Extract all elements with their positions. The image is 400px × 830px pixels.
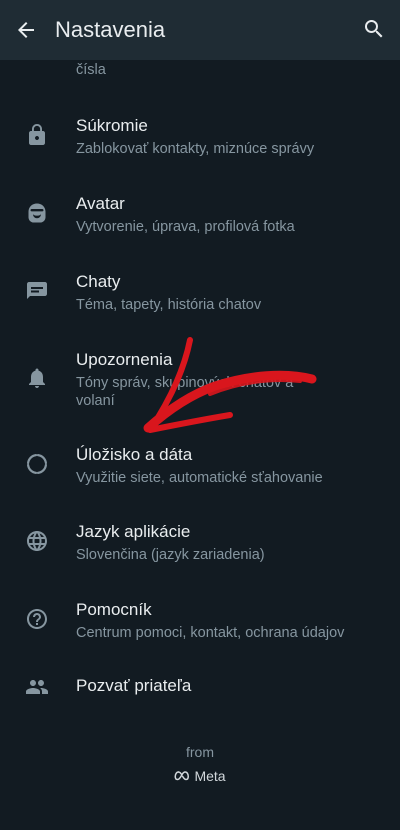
- settings-item-subtitle: Využitie siete, automatické sťahovanie: [76, 470, 323, 486]
- search-icon[interactable]: [362, 17, 386, 41]
- settings-item-label: Pozvať priateľa: [76, 676, 192, 695]
- back-arrow-icon[interactable]: [14, 18, 38, 42]
- app-bar: Nastavenia: [0, 0, 400, 60]
- settings-item-subtitle: Centrum pomoci, kontakt, ochrana údajov: [76, 625, 345, 641]
- settings-item-subtitle: Vytvorenie, úprava, profilová fotka: [76, 219, 295, 235]
- settings-item-subtitle: Zablokovať kontakty, miznúce správy: [76, 141, 315, 157]
- settings-item-subtitle: Slovenčina (jazyk zariadenia): [76, 547, 265, 563]
- settings-item-avatar[interactable]: Avatar Vytvorenie, úprava, profilová fot…: [0, 182, 400, 246]
- chat-icon: [25, 279, 49, 303]
- page-title: Nastavenia: [55, 17, 166, 42]
- footer: from Meta: [0, 744, 400, 784]
- bell-icon: [25, 366, 49, 390]
- people-icon: [25, 675, 49, 699]
- meta-logo: Meta: [0, 768, 400, 784]
- settings-item-label: Avatar: [76, 194, 125, 213]
- settings-item-label: Súkromie: [76, 116, 148, 135]
- settings-screen: Nastavenia čísla Súkromie Zablokovať kon…: [0, 0, 400, 830]
- settings-item-label: Úložisko a dáta: [76, 445, 193, 464]
- meta-infinity-icon: [174, 771, 190, 781]
- storage-icon: [25, 452, 49, 476]
- settings-item-help[interactable]: Pomocník Centrum pomoci, kontakt, ochran…: [0, 588, 400, 652]
- settings-item-language[interactable]: Jazyk aplikácie Slovenčina (jazyk zariad…: [0, 510, 400, 574]
- settings-item-label: Chaty: [76, 272, 121, 291]
- partial-item-subtitle: čísla: [76, 62, 106, 78]
- footer-from-text: from: [186, 744, 214, 760]
- settings-item-privacy[interactable]: Súkromie Zablokovať kontakty, miznúce sp…: [0, 104, 400, 168]
- settings-item-chats[interactable]: Chaty Téma, tapety, história chatov: [0, 260, 400, 324]
- meta-brand-text: Meta: [194, 768, 226, 784]
- settings-item-storage[interactable]: Úložisko a dáta Využitie siete, automati…: [0, 433, 400, 497]
- settings-item-subtitle: Tóny správ, skupinových chatov a volaní: [76, 375, 294, 409]
- settings-item-subtitle: Téma, tapety, história chatov: [76, 297, 262, 313]
- settings-item-label: Jazyk aplikácie: [76, 522, 191, 541]
- settings-item-label: Pomocník: [76, 600, 152, 619]
- settings-item-notifications[interactable]: Upozornenia Tóny správ, skupinových chat…: [0, 338, 400, 420]
- lock-icon: [25, 123, 49, 147]
- settings-item-label: Upozornenia: [76, 350, 173, 369]
- globe-icon: [25, 529, 49, 553]
- settings-item-invite[interactable]: Pozvať priateľa: [0, 664, 400, 710]
- avatar-icon: [25, 201, 49, 225]
- help-icon: [25, 607, 49, 631]
